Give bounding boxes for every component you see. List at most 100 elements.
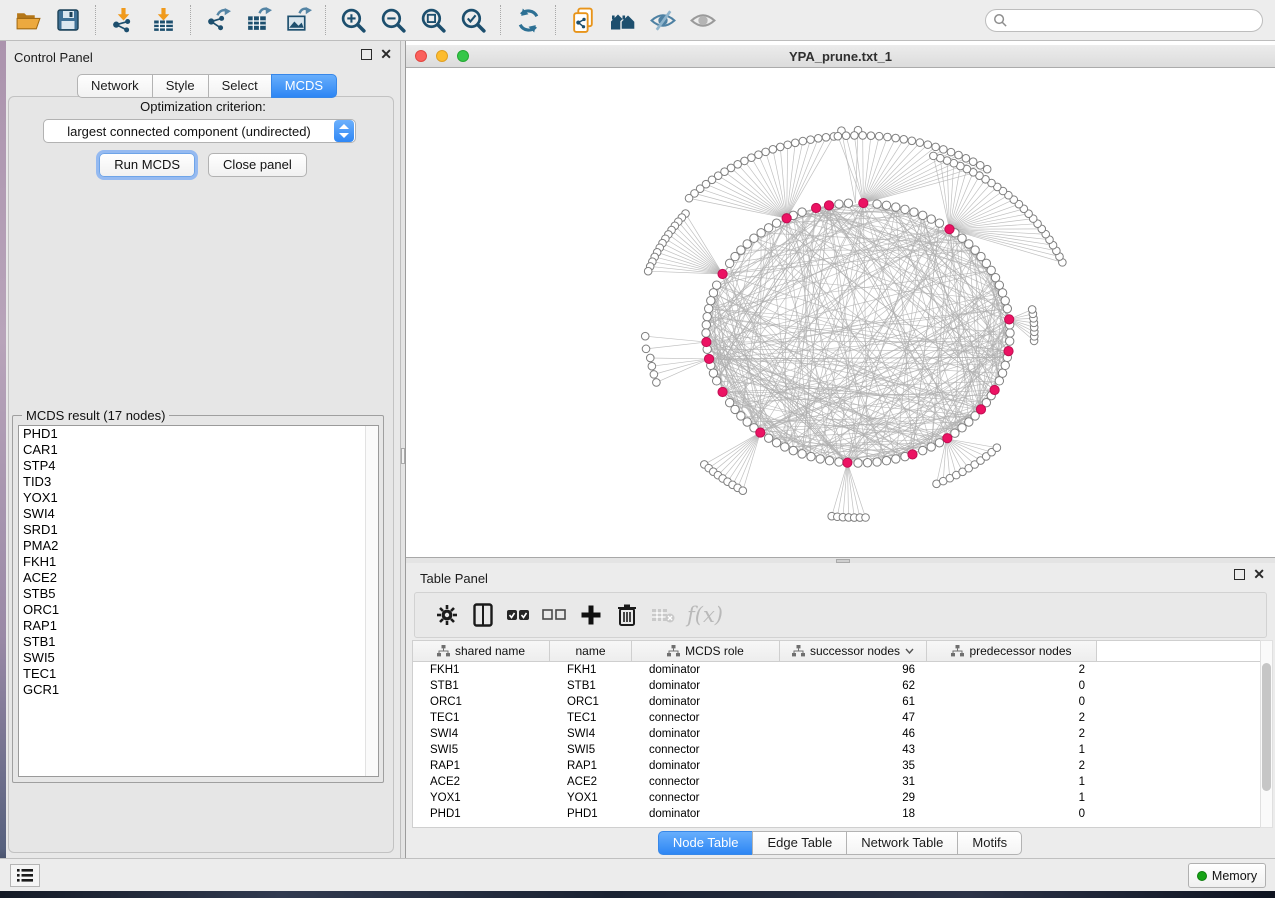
result-list-item[interactable]: PHD1	[19, 426, 378, 442]
result-list-item[interactable]: STB5	[19, 586, 378, 602]
result-list-item[interactable]: CAR1	[19, 442, 378, 458]
result-list-item[interactable]: GCR1	[19, 682, 378, 698]
result-list-item[interactable]: ORC1	[19, 602, 378, 618]
table-cell: ORC1	[413, 694, 550, 710]
column-header-predecessor-nodes[interactable]: predecessor nodes	[927, 641, 1097, 661]
import-table-icon[interactable]	[146, 3, 180, 37]
result-list-item[interactable]: YOX1	[19, 490, 378, 506]
splitter-handle[interactable]	[401, 448, 405, 464]
export-network-icon[interactable]	[201, 3, 235, 37]
zoom-out-icon[interactable]	[376, 3, 410, 37]
mcds-result-title: MCDS result (17 nodes)	[22, 408, 169, 423]
table-row[interactable]: SWI4SWI4dominator462	[413, 726, 1268, 742]
tab-motifs[interactable]: Motifs	[957, 831, 1022, 855]
close-panel-button[interactable]: Close panel	[208, 153, 307, 177]
go-home-icon[interactable]	[606, 3, 640, 37]
table-row[interactable]: PHD1PHD1dominator180	[413, 806, 1268, 822]
new-network-from-selection-icon[interactable]	[566, 3, 600, 37]
table-row[interactable]: STB1STB1dominator620	[413, 678, 1268, 694]
table-row[interactable]: ACE2ACE2connector311	[413, 774, 1268, 790]
column-header-name[interactable]: name	[550, 641, 632, 661]
table-cell: 0	[927, 694, 1097, 710]
show-all-icon[interactable]	[686, 3, 720, 37]
result-list-item[interactable]: RAP1	[19, 618, 378, 634]
zoom-fit-icon[interactable]	[416, 3, 450, 37]
result-list-item[interactable]: FKH1	[19, 554, 378, 570]
network-canvas[interactable]	[406, 68, 1275, 557]
settings-gear-icon[interactable]	[429, 597, 465, 633]
tab-edge-table[interactable]: Edge Table	[752, 831, 847, 855]
network-titlebar[interactable]: YPA_prune.txt_1	[406, 45, 1275, 68]
table-cell: connector	[632, 774, 780, 790]
tab-style[interactable]: Style	[152, 74, 209, 98]
table-cell: 62	[780, 678, 927, 694]
table-scrollbar[interactable]	[1260, 640, 1273, 828]
result-list-item[interactable]: STB1	[19, 634, 378, 650]
export-image-icon[interactable]	[281, 3, 315, 37]
result-list-item[interactable]: SWI5	[19, 650, 378, 666]
table-cell: SWI4	[413, 726, 550, 742]
table-row[interactable]: SWI5SWI5connector431	[413, 742, 1268, 758]
tab-node-table[interactable]: Node Table	[658, 831, 754, 855]
column-header-shared-name[interactable]: shared name	[413, 641, 550, 661]
tab-network[interactable]: Network	[77, 74, 153, 98]
add-column-icon[interactable]	[573, 597, 609, 633]
run-mcds-button[interactable]: Run MCDS	[99, 153, 195, 177]
table-cell: FKH1	[413, 662, 550, 678]
table-row[interactable]: TEC1TEC1connector472	[413, 710, 1268, 726]
toolbar-separator	[190, 5, 191, 35]
result-list-scrollbar[interactable]	[365, 426, 378, 776]
result-list-item[interactable]: ACE2	[19, 570, 378, 586]
close-panel-icon[interactable]: ✕	[380, 49, 392, 60]
criterion-dropdown[interactable]: largest connected component (undirected)	[43, 119, 356, 143]
search-input[interactable]	[985, 9, 1263, 32]
result-list-item[interactable]: SWI4	[19, 506, 378, 522]
table-cell: 1	[927, 742, 1097, 758]
table-cell: SWI4	[550, 726, 632, 742]
memory-button[interactable]: Memory	[1188, 863, 1266, 888]
result-list-item[interactable]: SRD1	[19, 522, 378, 538]
column-label: successor nodes	[810, 644, 900, 658]
table-cell: 29	[780, 790, 927, 806]
column-type-icon	[951, 645, 964, 657]
close-panel-icon[interactable]: ✕	[1253, 569, 1265, 580]
mcds-result-list[interactable]: PHD1CAR1STP4TID3YOX1SWI4SRD1PMA2FKH1ACE2…	[18, 425, 379, 777]
zoom-in-icon[interactable]	[336, 3, 370, 37]
column-header-mcds-role[interactable]: MCDS role	[632, 641, 780, 661]
open-session-icon[interactable]	[11, 3, 45, 37]
desktop-wallpaper-bottom	[0, 891, 1275, 898]
scrollbar-thumb[interactable]	[1262, 663, 1271, 791]
column-header-successor-nodes[interactable]: successor nodes	[780, 641, 927, 661]
dropdown-stepper-icon	[334, 120, 354, 142]
tab-mcds[interactable]: MCDS	[271, 74, 337, 98]
tab-network-table[interactable]: Network Table	[846, 831, 958, 855]
zoom-selected-icon[interactable]	[456, 3, 490, 37]
task-history-button[interactable]	[10, 864, 40, 887]
export-table-icon[interactable]	[241, 3, 275, 37]
float-panel-icon[interactable]	[361, 49, 372, 60]
result-list-item[interactable]: TEC1	[19, 666, 378, 682]
hide-selected-icon[interactable]	[646, 3, 680, 37]
result-list-item[interactable]: PMA2	[19, 538, 378, 554]
search-icon	[993, 13, 1008, 28]
show-column-panel-icon[interactable]	[465, 597, 501, 633]
import-network-icon[interactable]	[106, 3, 140, 37]
table-cell: TEC1	[550, 710, 632, 726]
table-row[interactable]: ORC1ORC1dominator610	[413, 694, 1268, 710]
table-row[interactable]: YOX1YOX1connector291	[413, 790, 1268, 806]
save-session-icon[interactable]	[51, 3, 85, 37]
unselect-all-columns-icon[interactable]	[537, 597, 573, 633]
table-cell: dominator	[632, 694, 780, 710]
float-panel-icon[interactable]	[1234, 569, 1245, 580]
table-cell: FKH1	[550, 662, 632, 678]
table-row[interactable]: RAP1RAP1dominator352	[413, 758, 1268, 774]
result-list-item[interactable]: STP4	[19, 458, 378, 474]
table-cell: connector	[632, 710, 780, 726]
delete-columns-icon[interactable]	[609, 597, 645, 633]
table-cell: dominator	[632, 662, 780, 678]
tab-select[interactable]: Select	[208, 74, 272, 98]
refresh-layout-icon[interactable]	[511, 3, 545, 37]
result-list-item[interactable]: TID3	[19, 474, 378, 490]
table-row[interactable]: FKH1FKH1dominator962	[413, 662, 1268, 678]
select-all-columns-icon[interactable]	[501, 597, 537, 633]
